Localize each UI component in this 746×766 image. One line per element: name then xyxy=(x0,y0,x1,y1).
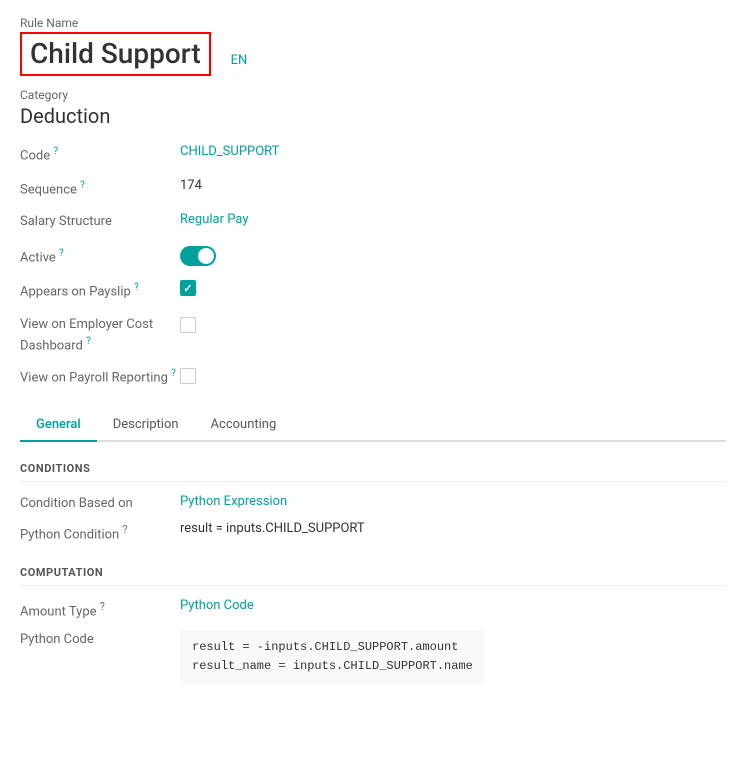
salary-structure-value[interactable]: Regular Pay xyxy=(180,212,249,227)
python-condition-row: Python Condition ? result = inputs.CHILD… xyxy=(20,521,726,542)
employer-cost-field-row: View on Employer Cost Dashboard ? xyxy=(20,314,726,355)
tab-accounting[interactable]: Accounting xyxy=(195,409,293,442)
category-label: Category xyxy=(20,88,726,102)
rule-name-label: Rule Name xyxy=(20,16,247,30)
salary-structure-label: Salary Structure xyxy=(20,212,180,229)
condition-based-on-label: Condition Based on xyxy=(20,494,180,511)
computation-section: COMPUTATION Amount Type ? Python Code Py… xyxy=(20,566,726,684)
code-value[interactable]: CHILD_SUPPORT xyxy=(180,144,279,159)
employer-cost-label: View on Employer Cost Dashboard ? xyxy=(20,314,180,355)
code-label: Code ? xyxy=(20,144,180,163)
conditions-header: CONDITIONS xyxy=(20,462,726,482)
tab-general[interactable]: General xyxy=(20,409,97,442)
payroll-reporting-field-row: View on Payroll Reporting ? xyxy=(20,365,726,389)
python-condition-value: result = inputs.CHILD_SUPPORT xyxy=(180,521,365,536)
python-code-line-2: result_name = inputs.CHILD_SUPPORT.name xyxy=(192,657,473,676)
python-condition-label: Python Condition ? xyxy=(20,521,180,542)
amount-type-label: Amount Type ? xyxy=(20,598,180,619)
appears-on-payslip-checkbox[interactable] xyxy=(180,280,196,296)
active-toggle[interactable] xyxy=(180,246,216,266)
tab-bar: General Description Accounting xyxy=(20,409,726,442)
python-code-label: Python Code xyxy=(20,630,180,647)
salary-structure-field-row: Salary Structure Regular Pay xyxy=(20,212,726,236)
code-field-row: Code ? CHILD_SUPPORT xyxy=(20,144,726,168)
sequence-label: Sequence ? xyxy=(20,178,180,197)
payroll-reporting-checkbox[interactable] xyxy=(180,368,196,384)
payroll-reporting-label: View on Payroll Reporting ? xyxy=(20,365,180,388)
amount-type-row: Amount Type ? Python Code xyxy=(20,598,726,619)
sequence-value: 174 xyxy=(180,178,202,193)
sequence-field-row: Sequence ? 174 xyxy=(20,178,726,202)
language-badge[interactable]: EN xyxy=(231,53,248,68)
active-field-row: Active ? xyxy=(20,246,726,270)
python-code-line-1: result = -inputs.CHILD_SUPPORT.amount xyxy=(192,638,473,657)
python-code-row: Python Code result = -inputs.CHILD_SUPPO… xyxy=(20,630,726,684)
computation-header: COMPUTATION xyxy=(20,566,726,586)
amount-type-value[interactable]: Python Code xyxy=(180,598,254,613)
appears-on-payslip-field-row: Appears on Payslip ? xyxy=(20,280,726,304)
condition-based-on-row: Condition Based on Python Expression xyxy=(20,494,726,511)
condition-based-on-value[interactable]: Python Expression xyxy=(180,494,287,509)
category-value: Deduction xyxy=(20,104,726,128)
appears-on-payslip-label: Appears on Payslip ? xyxy=(20,280,180,299)
rule-name-value: Child Support xyxy=(20,32,211,76)
employer-cost-checkbox[interactable] xyxy=(180,317,196,333)
active-label: Active ? xyxy=(20,246,180,265)
conditions-section: CONDITIONS Condition Based on Python Exp… xyxy=(20,462,726,542)
python-code-block: result = -inputs.CHILD_SUPPORT.amount re… xyxy=(180,630,485,684)
tab-description[interactable]: Description xyxy=(97,409,195,442)
